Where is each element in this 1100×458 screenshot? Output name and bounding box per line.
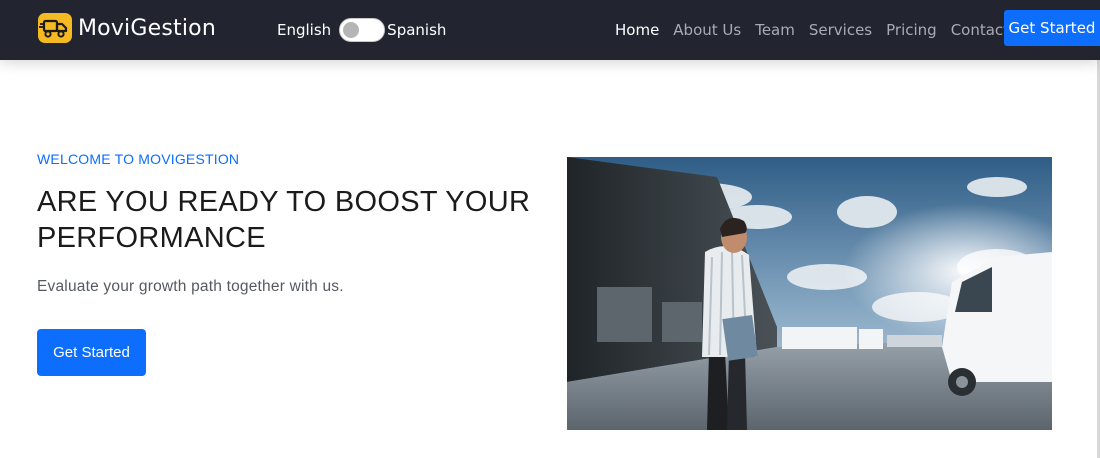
toggle-knob [343,22,360,38]
hero-get-started-button[interactable]: Get Started [37,329,146,376]
nav-link-team[interactable]: Team [755,21,795,39]
language-label-spanish: Spanish [387,21,447,39]
nav-link-pricing[interactable]: Pricing [886,21,937,39]
nav-links: Home About Us Team Services Pricing Cont… [608,0,1040,60]
nav-get-started-button[interactable]: Get Started [1004,10,1100,46]
hero-eyebrow: WELCOME TO MOVIGESTION [37,151,240,167]
hero-image [567,157,1052,430]
top-navbar: MoviGestion English Spanish Home About U… [0,0,1100,60]
truck-icon [38,13,72,43]
brand-name: MoviGestion [78,15,216,41]
hero-section: WELCOME TO MOVIGESTION ARE YOU READY TO … [0,60,1100,458]
hero-headline: ARE YOU READY TO BOOST YOUR PERFORMANCE [37,186,531,254]
nav-link-home[interactable]: Home [615,21,659,39]
hero-subtext: Evaluate your growth path together with … [37,278,344,295]
language-switcher: English Spanish [277,18,446,42]
nav-link-about-us[interactable]: About Us [673,21,741,39]
brand[interactable]: MoviGestion [38,13,216,43]
language-label-english: English [277,21,332,39]
language-toggle[interactable] [339,18,386,42]
nav-link-services[interactable]: Services [809,21,872,39]
